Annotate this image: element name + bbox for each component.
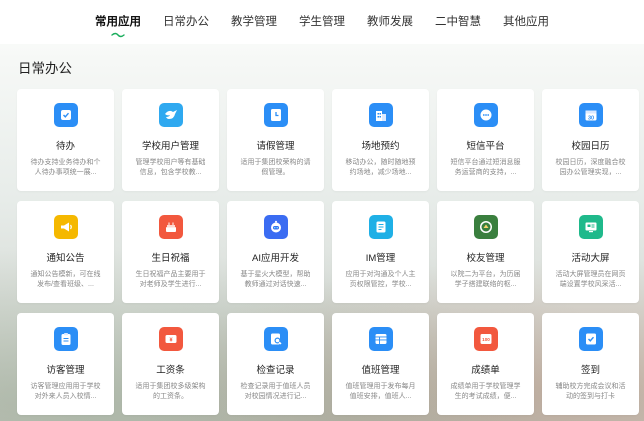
app-card[interactable]: 访客管理访客管理应用用于学校对外来人员入校情... — [17, 313, 114, 415]
app-description: 应用于对沟通及个人主页权限管控，学校... — [345, 271, 416, 288]
app-title: 检查记录 — [256, 365, 295, 376]
calendar-icon: 30 — [578, 103, 603, 127]
nav-tab-label: 日常办公 — [163, 16, 209, 28]
table-icon — [368, 327, 393, 351]
app-description: 校园日历，深度融合校园办公管理实现，... — [555, 159, 626, 176]
clipboard-icon — [53, 327, 78, 351]
app-title: 学校用户管理 — [141, 141, 199, 152]
app-description: 生日祝福产品主要用于对老师及学生进行... — [135, 271, 206, 288]
app-description: 活动大屏管理员在网页端设置学校风采活... — [555, 271, 626, 288]
bird-icon — [158, 103, 183, 127]
app-card[interactable]: 生日祝福生日祝福产品主要用于对老师及学生进行... — [122, 201, 219, 303]
app-card[interactable]: 短信平台短信平台通过短消息服务运营商的支持，... — [437, 89, 534, 191]
app-card[interactable]: 100 成绩单成绩单用于学校管理学生的考试成绩，便... — [437, 313, 534, 415]
inspect-icon — [263, 327, 288, 351]
app-description: 待办支持业务待办和个人待办事项统一展... — [30, 159, 101, 176]
app-title: 校园日历 — [571, 141, 610, 152]
app-description: 成绩单用于学校管理学生的考试成绩，便... — [450, 383, 521, 400]
app-card[interactable]: 30 校园日历校园日历，深度融合校园办公管理实现，... — [542, 89, 639, 191]
nav-tab-label: 教学管理 — [231, 16, 277, 28]
nav-tab-6[interactable]: 其他应用 — [492, 2, 560, 42]
app-title: IM管理 — [365, 253, 396, 264]
app-card[interactable]: 校友管理以院二为平台，为历届学子搭建联络的枢... — [437, 201, 534, 303]
app-title: 活动大屏 — [571, 253, 610, 264]
nav-tab-3[interactable]: 学生管理 — [288, 2, 356, 42]
screen-icon — [578, 215, 603, 239]
app-card[interactable]: 活动大屏活动大屏管理员在网页端设置学校风采活... — [542, 201, 639, 303]
app-description: 检查记录用于值班人员对校园情况进行记... — [240, 383, 311, 400]
top-nav: 常用应用 日常办公 教学管理 学生管理 教师发展 二中智慧 其他应用 — [0, 0, 644, 44]
app-card[interactable]: 待办待办支持业务待办和个人待办事项统一展... — [17, 89, 114, 191]
app-grid: 待办 待办支持业务待办和个人待办事项统一展... 学校用户管理 管理学校用户等有基础信… — [17, 89, 639, 415]
app-description: 值班管理用于发布每月值班安排，值班人... — [345, 383, 416, 400]
app-title: 请假管理 — [256, 141, 295, 152]
app-card[interactable]: 检查记录检查记录用于值班人员对校园情况进行记... — [227, 313, 324, 415]
nav-tab-label: 常用应用 — [95, 16, 141, 28]
app-title: 成绩单 — [471, 365, 500, 376]
nav-tab-1[interactable]: 日常办公 — [152, 2, 220, 42]
svg-text:100: 100 — [482, 337, 490, 342]
app-title: 场地预约 — [361, 141, 400, 152]
section-title: 日常办公 — [18, 61, 72, 76]
app-card[interactable]: 通知公告通知公告模新，可在线发布/查看班级、... — [17, 201, 114, 303]
nav-tab-5[interactable]: 二中智慧 — [424, 2, 492, 42]
app-title: 值班管理 — [361, 365, 400, 376]
app-description: 以院二为平台，为历届学子搭建联络的枢... — [450, 271, 521, 288]
nav-tab-4[interactable]: 教师发展 — [356, 2, 424, 42]
app-description: 移动办公，随时随地预约场地，减少场地... — [345, 159, 416, 176]
app-card[interactable]: ¥ 工资条适用于集团校多级架构的工资条。 — [122, 313, 219, 415]
nav-tab-label: 二中智慧 — [435, 16, 481, 28]
robot-icon — [263, 215, 288, 239]
school-emblem-icon — [473, 215, 498, 239]
app-title: 生日祝福 — [151, 253, 190, 264]
signin-icon — [578, 327, 603, 351]
app-title: AI应用开发 — [252, 253, 299, 264]
checkbox-icon — [53, 103, 78, 127]
app-description: 管理学校用户等有基础信息，包含学校教... — [135, 159, 206, 176]
app-description: 适用于集团校荣构的请假管理。 — [240, 159, 311, 176]
app-card[interactable]: 场地预约移动办公，随时随地预约场地，减少场地... — [332, 89, 429, 191]
clock-doc-icon — [263, 103, 288, 127]
app-description: 基于星火大模型，帮助教师通过对话快速... — [240, 271, 311, 288]
nav-tab-label: 学生管理 — [299, 16, 345, 28]
app-title: 工资条 — [156, 365, 185, 376]
app-description: 辅助校方完成会议和活动的签到与打卡 — [555, 383, 626, 400]
app-description: 短信平台通过短消息服务运营商的支持，... — [450, 159, 521, 176]
app-card[interactable]: IM管理应用于对沟通及个人主页权限管控，学校... — [332, 201, 429, 303]
nav-tab-label: 其他应用 — [503, 16, 549, 28]
nav-tab-label: 教师发展 — [367, 16, 413, 28]
app-card[interactable]: 请假管理适用于集团校荣构的请假管理。 — [227, 89, 324, 191]
building-icon — [368, 103, 393, 127]
app-card[interactable]: 签到辅助校方完成会议和活动的签到与打卡 — [542, 313, 639, 415]
app-card[interactable]: AI应用开发基于星火大模型，帮助教师通过对话快速... — [227, 201, 324, 303]
app-description: 通知公告模新，可在线发布/查看班级、... — [30, 271, 101, 288]
app-title: 待办 — [55, 141, 75, 152]
app-title: 通知公告 — [46, 253, 85, 264]
nav-tab-0[interactable]: 常用应用 — [84, 2, 152, 42]
app-card[interactable]: 值班管理值班管理用于发布每月值班安排，值班人... — [332, 313, 429, 415]
megaphone-icon — [53, 215, 78, 239]
app-title: 访客管理 — [46, 365, 85, 376]
cake-icon — [158, 215, 183, 239]
app-card[interactable]: 学校用户管理管理学校用户等有基础信息，包含学校教... — [122, 89, 219, 191]
score-100-icon: 100 — [473, 327, 498, 351]
doc-edit-icon — [368, 215, 393, 239]
nav-tab-2[interactable]: 教学管理 — [220, 2, 288, 42]
active-tab-indicator — [111, 32, 125, 38]
message-icon — [473, 103, 498, 127]
app-title: 签到 — [580, 365, 600, 376]
app-title: 短信平台 — [466, 141, 505, 152]
app-description: 适用于集团校多级架构的工资条。 — [135, 383, 206, 400]
svg-text:30: 30 — [587, 115, 593, 121]
app-description: 访客管理应用用于学校对外来人员入校情... — [30, 383, 101, 400]
ticket-icon: ¥ — [158, 327, 183, 351]
app-title: 校友管理 — [466, 253, 505, 264]
